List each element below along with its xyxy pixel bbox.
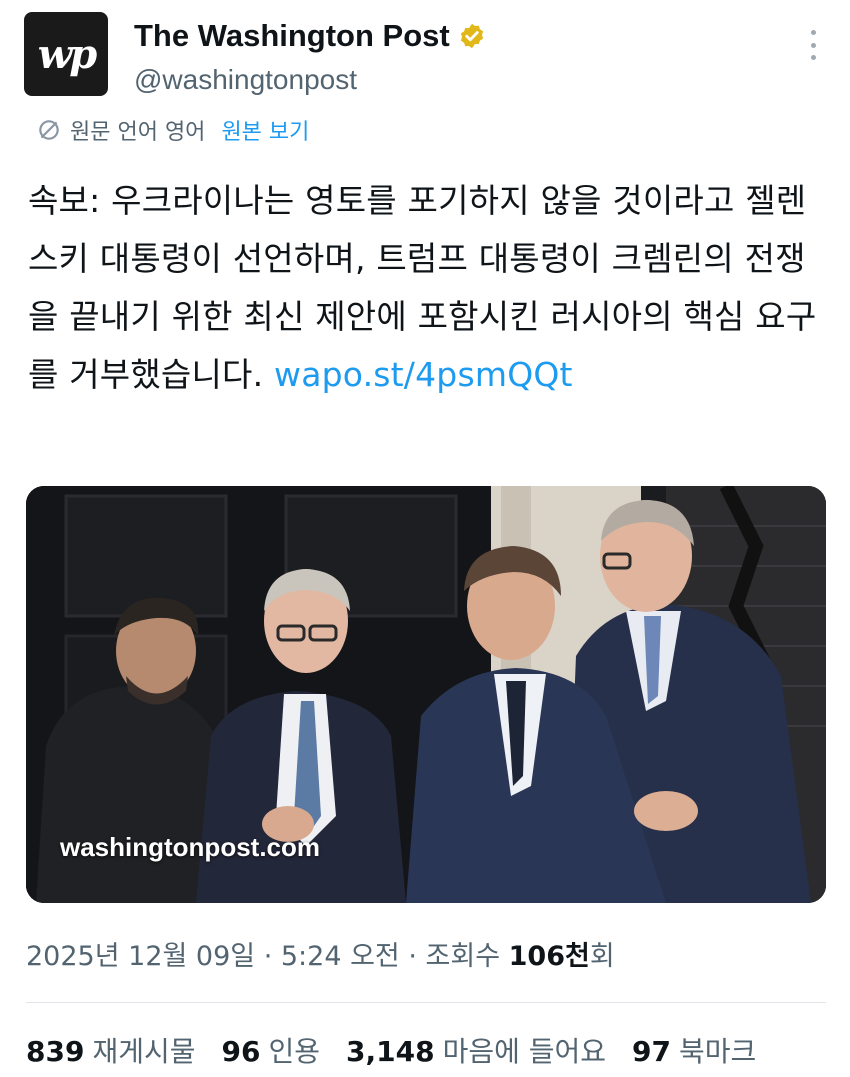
more-options-icon[interactable] [808,30,818,60]
translation-notice: 원문 언어 영어 원본 보기 [36,114,309,146]
tweet-time[interactable]: 5:24 오전 [281,934,400,973]
avatar[interactable]: wp [24,12,108,96]
view-original-link[interactable]: 원본 보기 [221,114,309,146]
likes-label: 마음에 들어요 [442,1035,607,1068]
tweet-metadata: 2025년 12월 09일 · 5:24 오전 · 조회수 106천 회 [26,934,615,973]
views-count: 106천 [508,941,590,972]
views-label: 조회수 [425,941,509,972]
quotes-stat[interactable]: 96 인용 [222,1030,321,1070]
verified-badge-icon [460,23,483,49]
display-name[interactable]: The Washington Post [134,18,450,54]
tweet-header: wp The Washington Post @washingtonpost [24,12,826,96]
translation-source-label: 원문 언어 영어 [70,120,206,145]
tweet-link[interactable]: wapo.st/4psmQQt [274,355,573,394]
views-suffix: 회 [589,941,615,972]
likes-count: 3,148 [346,1035,435,1068]
tweet-text: 속보: 우크라이나는 영토를 포기하지 않을 것이라고 젤렌스키 대통령이 선언… [28,172,818,404]
bookmarks-stat[interactable]: 97 북마크 [632,1030,756,1070]
bookmarks-label: 북마크 [679,1035,757,1068]
bookmarks-count: 97 [632,1035,672,1068]
divider [26,1002,826,1003]
name-row: The Washington Post [134,18,486,54]
translate-icon [39,120,59,140]
photo-watermark: washingtonpost.com [60,832,320,862]
account-handle[interactable]: @washingtonpost [134,64,357,96]
quotes-count: 96 [221,1035,261,1068]
tweet-photo[interactable]: washingtonpost.com [26,486,826,903]
reposts-stat[interactable]: 839 재게시물 [26,1030,196,1070]
reposts-count: 839 [26,1035,85,1068]
meta-separator-2: · [399,941,426,972]
likes-stat[interactable]: 3,148 마음에 들어요 [346,1030,606,1070]
quotes-label: 인용 [268,1035,320,1068]
reposts-label: 재게시물 [92,1035,196,1068]
meta-separator: · [255,941,281,972]
tweet-date[interactable]: 2025년 12월 09일 [26,934,255,973]
engagement-stats: 839 재게시물 96 인용 3,148 마음에 들어요 97 북마크 [26,1030,756,1070]
